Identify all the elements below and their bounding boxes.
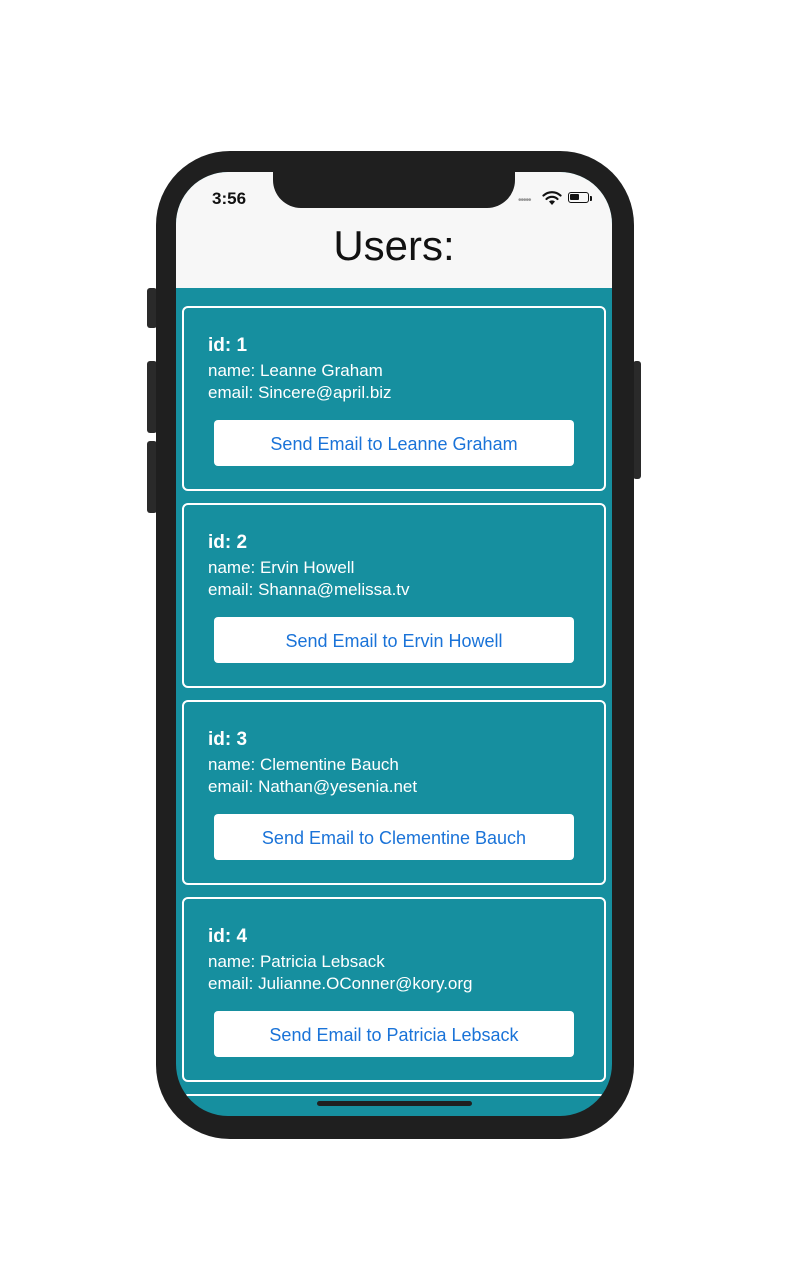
notch (273, 172, 515, 208)
user-email: email: Julianne.OConner@kory.org (208, 974, 473, 993)
user-email: email: Sincere@april.biz (208, 383, 392, 402)
user-id: id: 2 (208, 532, 248, 553)
user-card: id: 3 name: Clementine Bauch email: Nath… (182, 700, 606, 885)
send-email-button[interactable]: Send Email to Patricia Lebsack (214, 1011, 574, 1057)
user-id: id: 1 (208, 335, 248, 356)
signal-dots-icon: ••••• (518, 195, 531, 206)
user-email: email: Nathan@yesenia.net (208, 777, 418, 796)
power-button (633, 361, 641, 479)
send-email-button[interactable]: Send Email to Clementine Bauch (214, 814, 574, 860)
user-id: id: 4 (208, 926, 248, 947)
send-email-button[interactable]: Send Email to Ervin Howell (214, 617, 574, 663)
page-title: Users: (333, 222, 455, 269)
phone-screen: 3:56 ••••• Users: id: 1 name: Leanne Gra… (176, 172, 612, 1116)
user-name: name: Clementine Bauch (208, 755, 399, 774)
status-icons: ••••• (518, 190, 598, 206)
user-name: name: Leanne Graham (208, 361, 383, 380)
battery-icon (568, 192, 589, 203)
user-name: name: Patricia Lebsack (208, 952, 385, 971)
wifi-icon (542, 191, 562, 205)
home-indicator[interactable] (317, 1101, 472, 1106)
user-card: id: 1 name: Leanne Graham email: Sincere… (182, 306, 606, 491)
send-email-button[interactable]: Send Email to Leanne Graham (214, 420, 574, 466)
battery-tip (590, 196, 592, 201)
user-card: id: 2 name: Ervin Howell email: Shanna@m… (182, 503, 606, 688)
user-email: email: Shanna@melissa.tv (208, 580, 410, 599)
status-time: 3:56 (212, 189, 247, 208)
user-card: id: 4 name: Patricia Lebsack email: Juli… (182, 897, 606, 1082)
user-name: name: Ervin Howell (208, 558, 355, 577)
user-id: id: 3 (208, 729, 248, 750)
app-header: 3:56 ••••• Users: (176, 172, 612, 288)
